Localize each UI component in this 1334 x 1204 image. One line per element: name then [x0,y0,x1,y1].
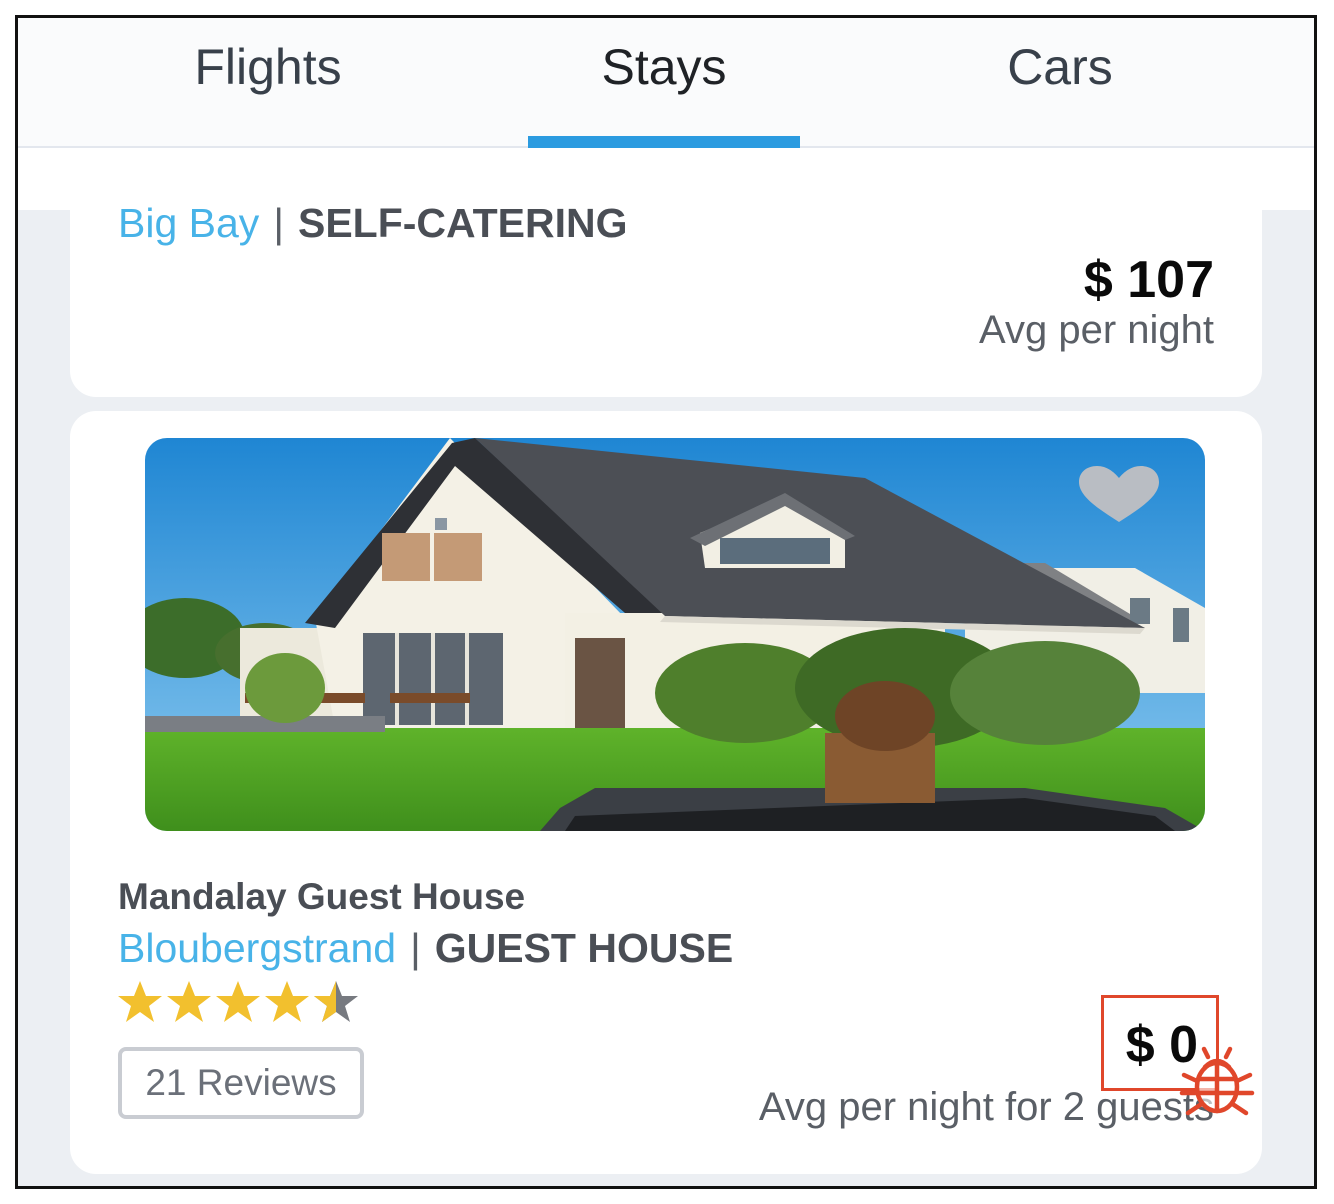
listing-city-link[interactable]: Big Bay [118,200,259,246]
star-icon [118,981,162,1022]
tab-bar: Flights Stays Cars [18,18,1314,148]
listing-card[interactable]: Mandalay Guest House Bloubergstrand | GUES… [70,411,1262,1174]
location-separator: | [273,200,284,246]
star-icon [167,981,211,1022]
location-separator: | [410,925,421,971]
listing-price: $ 107 [1083,251,1214,309]
star-rating [116,979,361,1027]
listing-price-note: Avg per night for 2 guests [758,1085,1214,1129]
listing-type: GUEST HOUSE [434,925,734,971]
listing-location: Big Bay | SELF-CATERING [118,200,627,247]
house-photo-image [145,438,1205,831]
listing-type: SELF-CATERING [297,200,628,246]
listing-location: Bloubergstrand | GUEST HOUSE [118,925,733,972]
listing-name[interactable]: Mandalay Guest House [118,876,525,918]
tab-stays[interactable]: Stays [474,18,854,146]
heart-icon[interactable] [1077,464,1161,524]
bug-icon [1179,1046,1255,1116]
listing-city-link[interactable]: Bloubergstrand [118,925,396,971]
star-icon [216,981,260,1022]
half-star-icon [314,981,358,1022]
active-tab-indicator [528,136,800,148]
listing-card[interactable]: Big Bay | SELF-CATERING $ 107 Avg per nigh… [70,148,1262,397]
star-icon [265,981,309,1022]
reviews-button[interactable]: 21 Reviews [118,1047,364,1119]
house-photo[interactable] [145,438,1205,831]
tab-flights[interactable]: Flights [78,18,458,146]
app-frame: Flights Stays Cars Big Bay | SELF-CATERING… [15,15,1317,1189]
listing-price-note: Avg per night [979,308,1214,352]
tab-cars[interactable]: Cars [870,18,1250,146]
